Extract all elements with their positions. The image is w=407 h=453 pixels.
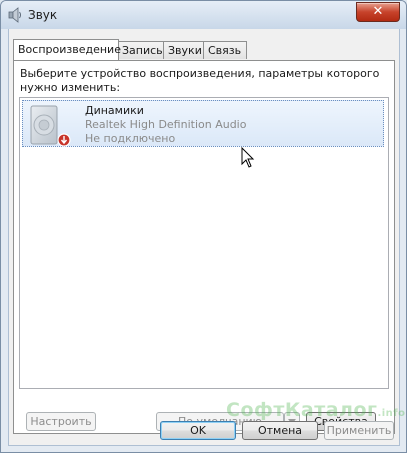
- watermark: СофтКаталог.info: [226, 399, 406, 421]
- sound-dialog-window: Звук ✕ Воспроизведение Запись Звуки Связ…: [0, 0, 407, 453]
- device-name: Динамики: [85, 104, 144, 117]
- close-button[interactable]: ✕: [356, 2, 400, 22]
- close-icon: ✕: [372, 4, 384, 19]
- device-driver: Realtek High Definition Audio: [85, 118, 247, 131]
- tab-sounds[interactable]: Звуки: [163, 41, 205, 59]
- device-list[interactable]: Динамики Realtek High Definition Audio Н…: [19, 97, 389, 389]
- window-title: Звук: [28, 8, 58, 22]
- mouse-cursor-icon: [241, 147, 255, 168]
- apply-button[interactable]: Применить: [324, 421, 394, 440]
- tab-communications[interactable]: Связь: [203, 41, 247, 59]
- dialog-body: Воспроизведение Запись Звуки Связь Выбер…: [8, 29, 400, 446]
- unplugged-badge-icon: [57, 133, 71, 147]
- ok-button[interactable]: OK: [160, 421, 236, 440]
- cancel-button[interactable]: Отмена: [242, 421, 318, 440]
- playback-panel: Выберите устройство воспроизведения, пар…: [13, 60, 395, 434]
- device-row-speakers[interactable]: Динамики Realtek High Definition Audio Н…: [22, 100, 384, 147]
- watermark-suffix: .info: [377, 408, 406, 419]
- speaker-icon: [30, 105, 71, 147]
- speaker-title-icon: [8, 7, 21, 23]
- instruction-text: Выберите устройство воспроизведения, пар…: [20, 67, 380, 94]
- title-bar[interactable]: Звук ✕: [1, 1, 406, 29]
- watermark-text: СофтКаталог: [226, 399, 378, 421]
- configure-button[interactable]: Настроить: [26, 412, 96, 431]
- device-status: Не подключено: [85, 132, 176, 145]
- tab-playback[interactable]: Воспроизведение: [13, 39, 121, 60]
- tab-recording[interactable]: Запись: [117, 41, 165, 59]
